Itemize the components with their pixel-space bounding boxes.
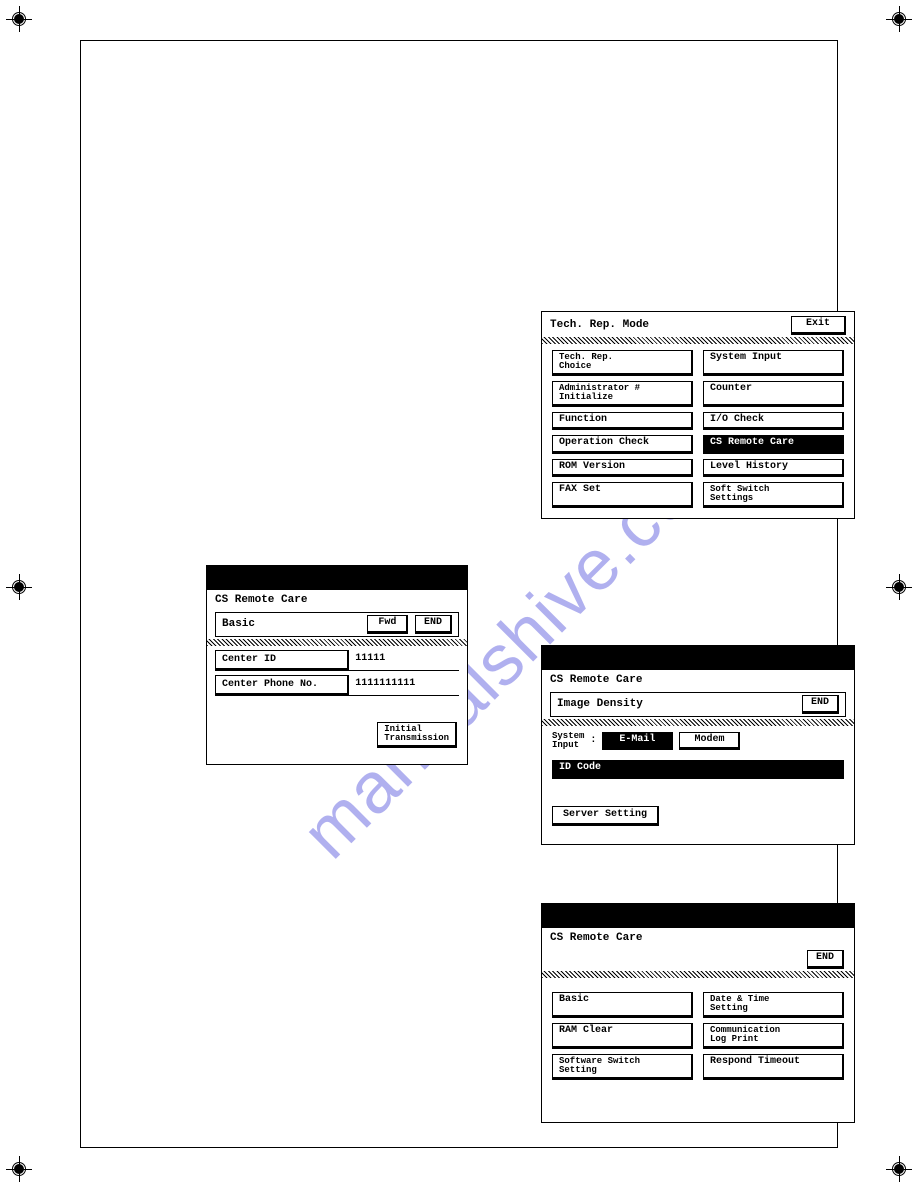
end-button[interactable]: END [807, 950, 844, 969]
id-code-row: ID Code [552, 760, 844, 779]
reg-mark-icon [6, 574, 32, 600]
center-id-label-button[interactable]: Center ID [215, 650, 349, 671]
separator [207, 639, 467, 646]
reg-mark-icon [886, 1156, 912, 1182]
counter-button[interactable]: Counter [703, 381, 844, 407]
basic-button[interactable]: Basic [552, 992, 693, 1018]
system-input-button[interactable]: System Input [703, 350, 844, 376]
panel-header-bar [542, 646, 854, 670]
panel-cs-remote-care-basic: CS Remote Care Basic Fwd END Center ID 1… [206, 565, 468, 765]
panel-title-bar: CS Remote Care [207, 590, 467, 608]
fax-set-button[interactable]: FAX Set [552, 482, 693, 508]
panel-title: CS Remote Care [550, 674, 642, 686]
system-input-row: SystemInput : E-Mail Modem [542, 726, 854, 757]
separator [542, 971, 854, 978]
reg-mark-icon [6, 6, 32, 32]
id-code-button[interactable]: ID Code [552, 760, 844, 779]
ram-clear-button[interactable]: RAM Clear [552, 1023, 693, 1049]
server-setting-button[interactable]: Server Setting [552, 806, 659, 827]
communication-log-print-button[interactable]: CommunicationLog Print [703, 1023, 844, 1049]
reg-mark-icon [886, 574, 912, 600]
separator [542, 719, 854, 726]
panel-title: CS Remote Care [215, 594, 307, 606]
modem-button[interactable]: Modem [679, 732, 740, 751]
panel-title-bar: Tech. Rep. Mode Exit [542, 312, 854, 337]
page-frame: manualshive.com Tech. Rep. Mode Exit Tec… [80, 40, 838, 1148]
cs-remote-care-button[interactable]: CS Remote Care [703, 435, 844, 454]
sub-header-label: Basic [222, 618, 255, 630]
panel-title-bar: CS Remote Care [542, 670, 854, 688]
panel-tech-rep-mode: Tech. Rep. Mode Exit Tech. Rep.Choice Sy… [541, 311, 855, 519]
io-check-button[interactable]: I/O Check [703, 412, 844, 431]
panel-title: Tech. Rep. Mode [550, 319, 649, 331]
rom-version-button[interactable]: ROM Version [552, 459, 693, 478]
separator [542, 337, 854, 344]
panel-cs-remote-care-menu: CS Remote Care END Basic Date & TimeSett… [541, 903, 855, 1123]
reg-mark-icon [6, 1156, 32, 1182]
panel-title-bar: CS Remote Care [542, 928, 854, 946]
center-id-row: Center ID 11111 [215, 650, 459, 671]
end-button[interactable]: END [415, 615, 452, 634]
panel-cs-remote-care-image-density: CS Remote Care Image Density END SystemI… [541, 645, 855, 845]
sub-header: Basic Fwd END [215, 612, 459, 637]
center-phone-value: 1111111111 [349, 675, 459, 696]
menu-grid: Tech. Rep.Choice System Input Administra… [542, 344, 854, 517]
soft-switch-settings-button[interactable]: Soft SwitchSettings [703, 482, 844, 508]
exit-button[interactable]: Exit [791, 316, 846, 335]
center-phone-label-button[interactable]: Center Phone No. [215, 675, 349, 696]
date-time-setting-button[interactable]: Date & TimeSetting [703, 992, 844, 1018]
software-switch-setting-button[interactable]: Software SwitchSetting [552, 1054, 693, 1080]
email-button[interactable]: E-Mail [602, 732, 673, 751]
operation-check-button[interactable]: Operation Check [552, 435, 693, 454]
level-history-button[interactable]: Level History [703, 459, 844, 478]
admin-initialize-button[interactable]: Administrator #Initialize [552, 381, 693, 407]
panel-footer: InitialTransmission [207, 696, 467, 756]
server-setting-row: Server Setting [542, 799, 854, 831]
colon: : [590, 735, 596, 746]
tech-rep-choice-button[interactable]: Tech. Rep.Choice [552, 350, 693, 376]
end-button[interactable]: END [802, 695, 839, 714]
menu-grid: Basic Date & TimeSetting RAM Clear Commu… [542, 988, 854, 1088]
sub-header-label: Image Density [557, 698, 643, 710]
end-row: END [542, 946, 854, 971]
center-id-value: 11111 [349, 650, 459, 671]
initial-transmission-button[interactable]: InitialTransmission [377, 722, 457, 748]
system-input-label: SystemInput [552, 732, 584, 750]
sub-header: Image Density END [550, 692, 846, 717]
panel-header-bar [542, 904, 854, 928]
center-phone-row: Center Phone No. 1111111111 [215, 675, 459, 696]
fwd-button[interactable]: Fwd [367, 615, 408, 634]
function-button[interactable]: Function [552, 412, 693, 431]
respond-timeout-button[interactable]: Respond Timeout [703, 1054, 844, 1080]
panel-header-bar [207, 566, 467, 590]
panel-title: CS Remote Care [550, 932, 642, 944]
reg-mark-icon [886, 6, 912, 32]
